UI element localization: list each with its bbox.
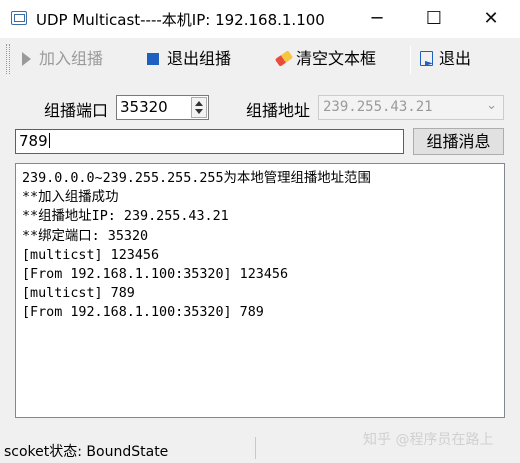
maximize-button[interactable]: ☐ — [411, 0, 457, 38]
window-title: UDP Multicast----本机IP: 192.168.1.100 — [36, 11, 325, 29]
toolbar: 加入组播 退出组播 清空文本框 退出 — [0, 40, 520, 80]
log-line: [From 192.168.1.100:35320] 123456 — [22, 267, 289, 283]
leave-group-button[interactable]: 退出组播 — [147, 44, 231, 74]
text-caret — [48, 133, 50, 148]
address-combobox[interactable]: 239.255.43.21 ⌄ — [318, 95, 504, 120]
port-value[interactable]: 35320 — [120, 98, 168, 116]
log-line: 239.0.0.0~239.255.255.255为本地管理组播地址范围 — [22, 171, 371, 186]
port-label: 组播端口 — [44, 101, 109, 120]
stop-icon — [147, 53, 159, 65]
leave-group-label: 退出组播 — [167, 49, 232, 68]
spin-up-icon[interactable] — [195, 101, 203, 106]
log-line: [From 192.168.1.100:35320] 789 — [22, 305, 264, 321]
log-line: **加入组播成功 — [22, 190, 119, 206]
address-label: 组播地址 — [246, 101, 311, 120]
log-line: **组播地址IP: 239.255.43.21 — [22, 209, 229, 225]
spin-buttons[interactable] — [191, 97, 207, 118]
app-window-icon — [11, 11, 27, 25]
socket-status-text: scoket状态: BoundState — [4, 444, 169, 460]
toolbar-separator — [410, 46, 411, 74]
eraser-icon — [274, 50, 294, 67]
exit-label: 退出 — [439, 49, 472, 68]
status-separator — [255, 437, 256, 459]
minimize-button[interactable]: ─ — [354, 0, 400, 38]
message-input[interactable]: 789 — [15, 129, 404, 154]
title-bar: UDP Multicast----本机IP: 192.168.1.100 ─ ☐… — [0, 0, 520, 38]
clear-text-button[interactable]: 清空文本框 — [274, 44, 377, 74]
join-group-label: 加入组播 — [39, 49, 104, 68]
watermark-text: 知乎 @程序员在路上 — [363, 432, 494, 448]
clear-text-label: 清空文本框 — [296, 49, 377, 68]
join-group-button[interactable]: 加入组播 — [22, 44, 103, 74]
log-line: [multicst] 789 — [22, 286, 135, 302]
log-textarea[interactable]: 239.0.0.0~239.255.255.255为本地管理组播地址范围 **加… — [15, 163, 505, 418]
address-value: 239.255.43.21 — [323, 99, 433, 115]
port-spinbox[interactable]: 35320 — [116, 95, 209, 120]
chevron-down-icon[interactable]: ⌄ — [486, 98, 497, 113]
play-icon — [22, 52, 31, 66]
message-value: 789 — [19, 132, 48, 150]
exit-button[interactable]: 退出 — [420, 44, 472, 79]
toolbar-grip[interactable] — [6, 44, 10, 74]
log-line: [multicst] 123456 — [22, 247, 160, 263]
spin-down-icon[interactable] — [195, 109, 203, 114]
send-multicast-button[interactable]: 组播消息 — [413, 128, 504, 155]
log-line: **绑定端口: 35320 — [22, 228, 149, 244]
close-button[interactable]: ✕ — [468, 0, 514, 38]
exit-door-icon — [420, 49, 433, 79]
